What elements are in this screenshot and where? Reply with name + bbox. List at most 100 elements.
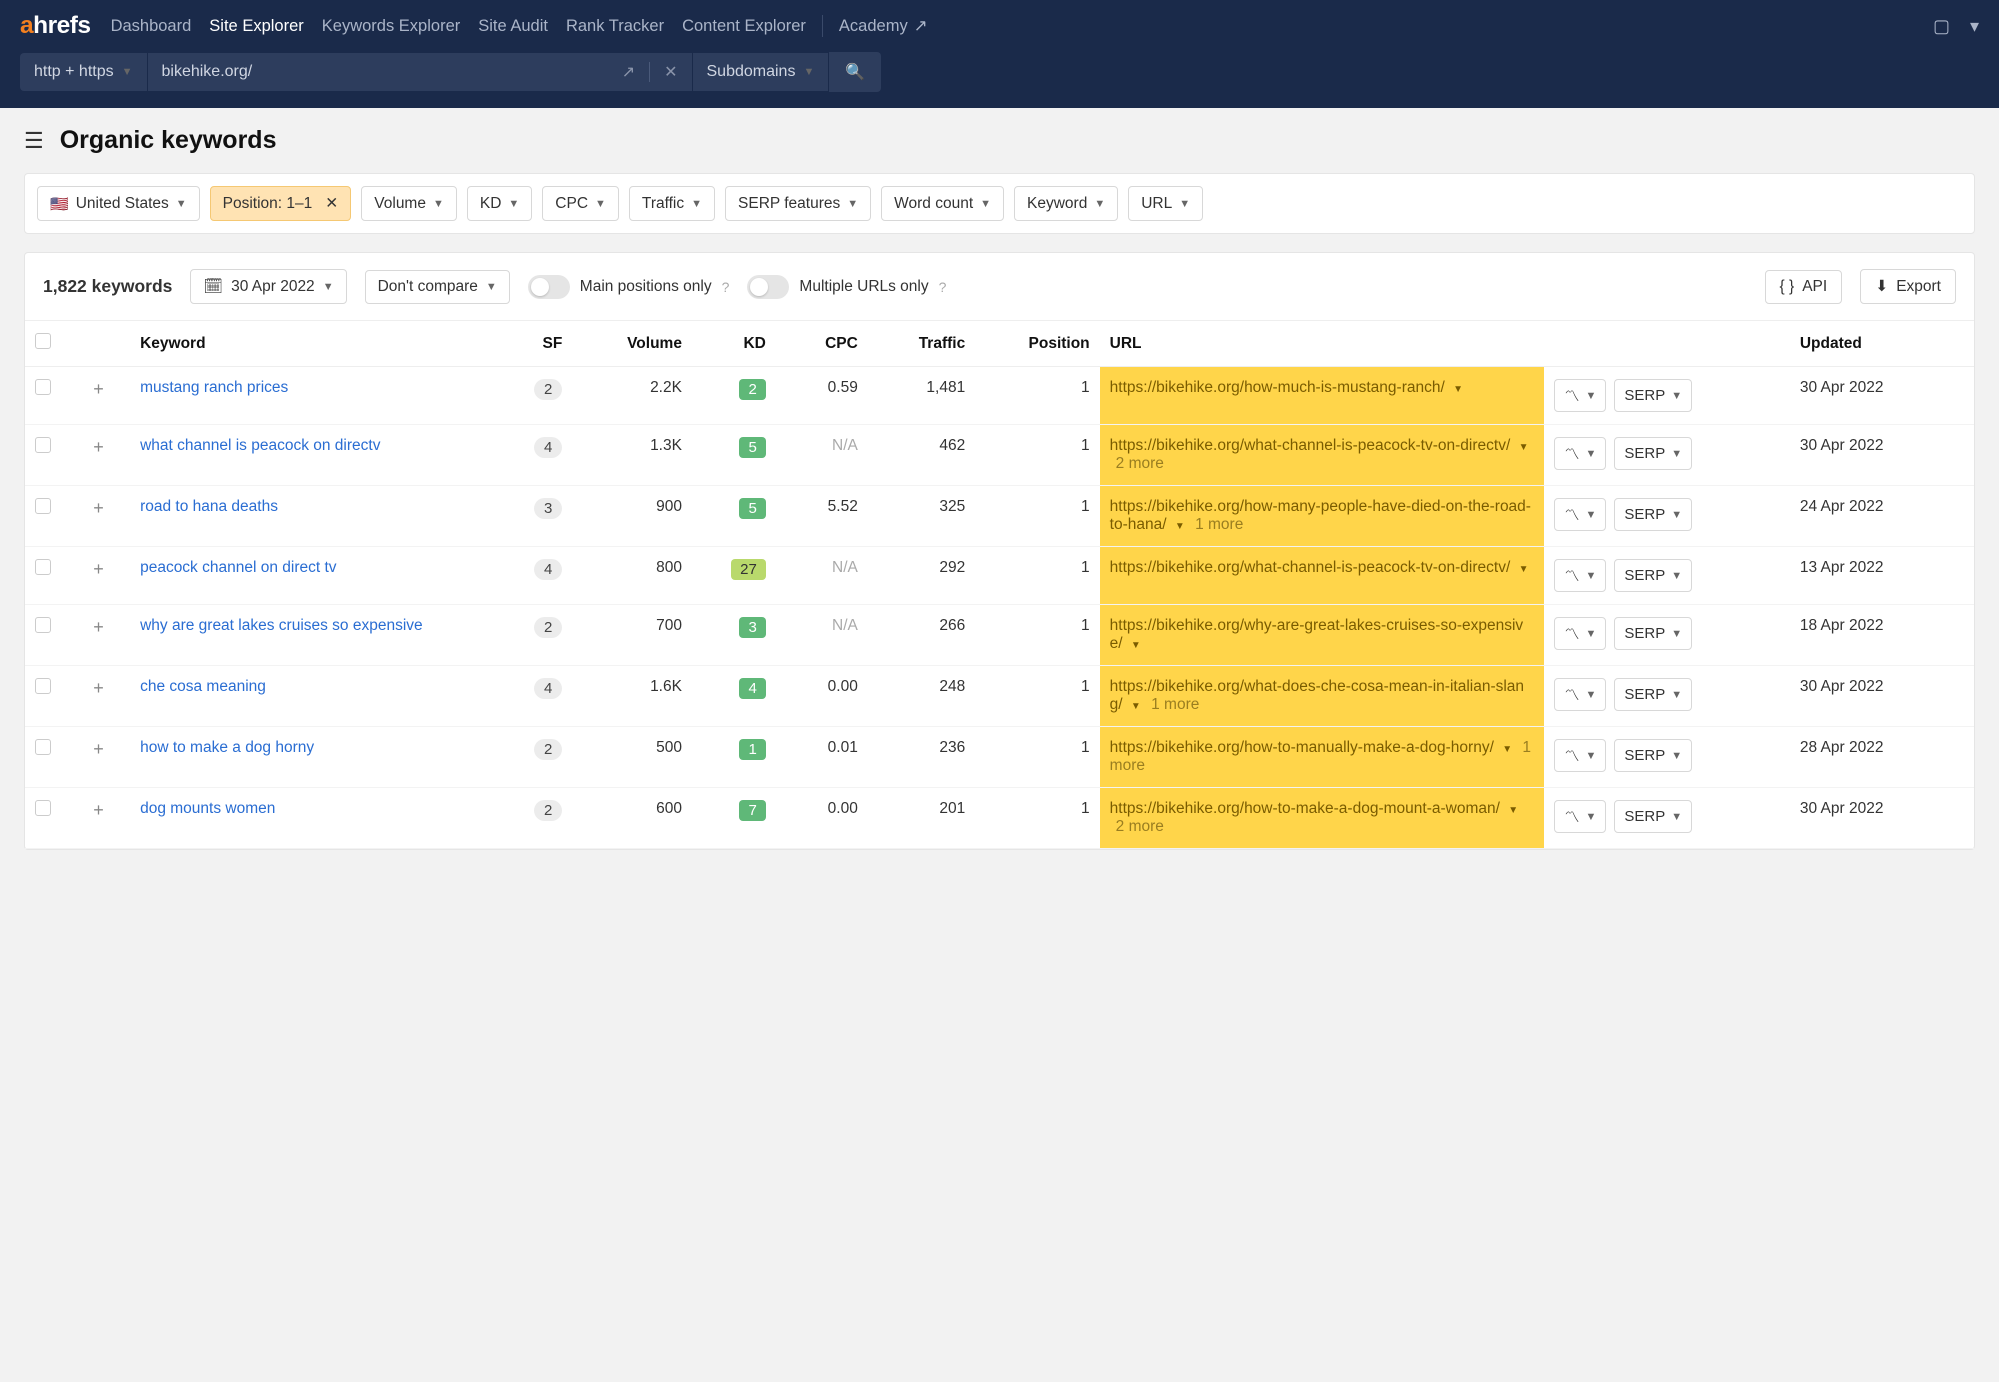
row-checkbox[interactable] bbox=[35, 498, 51, 514]
toggle-switch[interactable] bbox=[528, 275, 570, 299]
keyword-link[interactable]: road to hana deaths bbox=[140, 498, 278, 515]
keyword-link[interactable]: what channel is peacock on directv bbox=[140, 437, 380, 454]
keyword-link[interactable]: how to make a dog horny bbox=[140, 739, 314, 756]
keyword-link[interactable]: why are great lakes cruises so expensive bbox=[140, 617, 423, 634]
col-kd[interactable]: KD bbox=[692, 321, 776, 367]
nav-item-rank-tracker[interactable]: Rank Tracker bbox=[566, 17, 664, 36]
filter-word-count[interactable]: Word count▼ bbox=[881, 186, 1004, 221]
sf-badge[interactable]: 4 bbox=[534, 559, 562, 580]
url-cell[interactable]: https://bikehike.org/what-does-che-cosa-… bbox=[1100, 666, 1545, 727]
url-more[interactable]: 1 more bbox=[1195, 516, 1243, 533]
expand-icon[interactable]: + bbox=[93, 559, 104, 579]
serp-button[interactable]: SERP▼ bbox=[1614, 739, 1692, 772]
col-volume[interactable]: Volume bbox=[572, 321, 692, 367]
row-checkbox[interactable] bbox=[35, 437, 51, 453]
serp-button[interactable]: SERP▼ bbox=[1614, 437, 1692, 470]
url-cell[interactable]: https://bikehike.org/how-to-make-a-dog-m… bbox=[1100, 788, 1545, 849]
date-select[interactable]: 🗓 30 Apr 2022 ▼ bbox=[190, 269, 346, 304]
col-sf[interactable]: SF bbox=[498, 321, 572, 367]
export-button[interactable]: ⬇ Export bbox=[1860, 269, 1956, 304]
url-input[interactable] bbox=[148, 53, 608, 91]
api-button[interactable]: { } API bbox=[1765, 270, 1843, 304]
close-icon[interactable]: ✕ bbox=[650, 62, 691, 82]
col-url[interactable]: URL bbox=[1100, 321, 1545, 367]
filter-traffic[interactable]: Traffic▼ bbox=[629, 186, 715, 221]
hamburger-icon[interactable]: ☰ bbox=[24, 128, 44, 154]
filter-keyword[interactable]: Keyword▼ bbox=[1014, 186, 1118, 221]
expand-icon[interactable]: + bbox=[93, 800, 104, 820]
filter-volume[interactable]: Volume▼ bbox=[361, 186, 457, 221]
nav-item-keywords-explorer[interactable]: Keywords Explorer bbox=[322, 17, 460, 36]
filter-position[interactable]: Position: 1–1 ✕ bbox=[210, 186, 352, 221]
sf-badge[interactable]: 2 bbox=[534, 617, 562, 638]
select-all-checkbox[interactable] bbox=[35, 333, 51, 349]
keyword-link[interactable]: che cosa meaning bbox=[140, 678, 266, 695]
row-checkbox[interactable] bbox=[35, 559, 51, 575]
external-link-icon[interactable]: ↗ bbox=[608, 62, 649, 82]
url-more[interactable]: 1 more bbox=[1151, 696, 1199, 713]
trend-button[interactable]: 〽▼ bbox=[1554, 678, 1606, 711]
serp-button[interactable]: SERP▼ bbox=[1614, 498, 1692, 531]
filter-country[interactable]: 🇺🇸 United States ▼ bbox=[37, 186, 200, 221]
row-checkbox[interactable] bbox=[35, 678, 51, 694]
url-cell[interactable]: https://bikehike.org/how-much-is-mustang… bbox=[1100, 367, 1545, 425]
serp-button[interactable]: SERP▼ bbox=[1614, 800, 1692, 833]
row-checkbox[interactable] bbox=[35, 739, 51, 755]
nav-item-site-explorer[interactable]: Site Explorer bbox=[209, 17, 303, 36]
expand-icon[interactable]: + bbox=[93, 498, 104, 518]
compare-select[interactable]: Don't compare ▼ bbox=[365, 270, 510, 304]
help-icon[interactable]: ? bbox=[939, 279, 947, 295]
trend-button[interactable]: 〽▼ bbox=[1554, 379, 1606, 412]
trend-button[interactable]: 〽▼ bbox=[1554, 437, 1606, 470]
col-position[interactable]: Position bbox=[975, 321, 1099, 367]
expand-icon[interactable]: + bbox=[93, 379, 104, 399]
nav-item-dashboard[interactable]: Dashboard bbox=[111, 17, 192, 36]
expand-icon[interactable]: + bbox=[93, 739, 104, 759]
filter-cpc[interactable]: CPC▼ bbox=[542, 186, 619, 221]
col-updated[interactable]: Updated bbox=[1790, 321, 1974, 367]
trend-button[interactable]: 〽▼ bbox=[1554, 559, 1606, 592]
expand-icon[interactable]: + bbox=[93, 617, 104, 637]
window-icon[interactable]: ▢ bbox=[1933, 16, 1950, 37]
serp-button[interactable]: SERP▼ bbox=[1614, 678, 1692, 711]
keyword-link[interactable]: dog mounts women bbox=[140, 800, 275, 817]
help-icon[interactable]: ? bbox=[722, 279, 730, 295]
filter-serp-features[interactable]: SERP features▼ bbox=[725, 186, 871, 221]
expand-icon[interactable]: + bbox=[93, 437, 104, 457]
url-cell[interactable]: https://bikehike.org/what-channel-is-pea… bbox=[1100, 425, 1545, 486]
row-checkbox[interactable] bbox=[35, 379, 51, 395]
sf-badge[interactable]: 2 bbox=[534, 739, 562, 760]
sf-badge[interactable]: 2 bbox=[534, 379, 562, 400]
row-checkbox[interactable] bbox=[35, 617, 51, 633]
url-cell[interactable]: https://bikehike.org/how-many-people-hav… bbox=[1100, 486, 1545, 547]
serp-button[interactable]: SERP▼ bbox=[1614, 379, 1692, 412]
trend-button[interactable]: 〽▼ bbox=[1554, 739, 1606, 772]
filter-kd[interactable]: KD▼ bbox=[467, 186, 532, 221]
url-more[interactable]: 2 more bbox=[1116, 455, 1164, 472]
expand-icon[interactable]: + bbox=[93, 678, 104, 698]
col-cpc[interactable]: CPC bbox=[776, 321, 868, 367]
sf-badge[interactable]: 2 bbox=[534, 800, 562, 821]
sf-badge[interactable]: 4 bbox=[534, 678, 562, 699]
serp-button[interactable]: SERP▼ bbox=[1614, 559, 1692, 592]
url-cell[interactable]: https://bikehike.org/what-channel-is-pea… bbox=[1100, 547, 1545, 605]
sf-badge[interactable]: 4 bbox=[534, 437, 562, 458]
trend-button[interactable]: 〽▼ bbox=[1554, 498, 1606, 531]
trend-button[interactable]: 〽▼ bbox=[1554, 617, 1606, 650]
keyword-link[interactable]: mustang ranch prices bbox=[140, 379, 288, 396]
filter-url[interactable]: URL▼ bbox=[1128, 186, 1203, 221]
col-keyword[interactable]: Keyword bbox=[130, 321, 498, 367]
logo[interactable]: ahrefs bbox=[20, 12, 91, 40]
row-checkbox[interactable] bbox=[35, 800, 51, 816]
col-traffic[interactable]: Traffic bbox=[868, 321, 975, 367]
url-more[interactable]: 2 more bbox=[1116, 818, 1164, 835]
url-cell[interactable]: https://bikehike.org/how-to-manually-mak… bbox=[1100, 727, 1545, 788]
chevron-down-icon[interactable]: ▾ bbox=[1970, 16, 1979, 37]
toggle-switch[interactable] bbox=[747, 275, 789, 299]
search-button[interactable]: 🔍 bbox=[828, 52, 881, 92]
sf-badge[interactable]: 3 bbox=[534, 498, 562, 519]
url-cell[interactable]: https://bikehike.org/why-are-great-lakes… bbox=[1100, 605, 1545, 666]
nav-item-site-audit[interactable]: Site Audit bbox=[478, 17, 548, 36]
serp-button[interactable]: SERP▼ bbox=[1614, 617, 1692, 650]
academy-link[interactable]: Academy ↗ bbox=[839, 16, 928, 36]
